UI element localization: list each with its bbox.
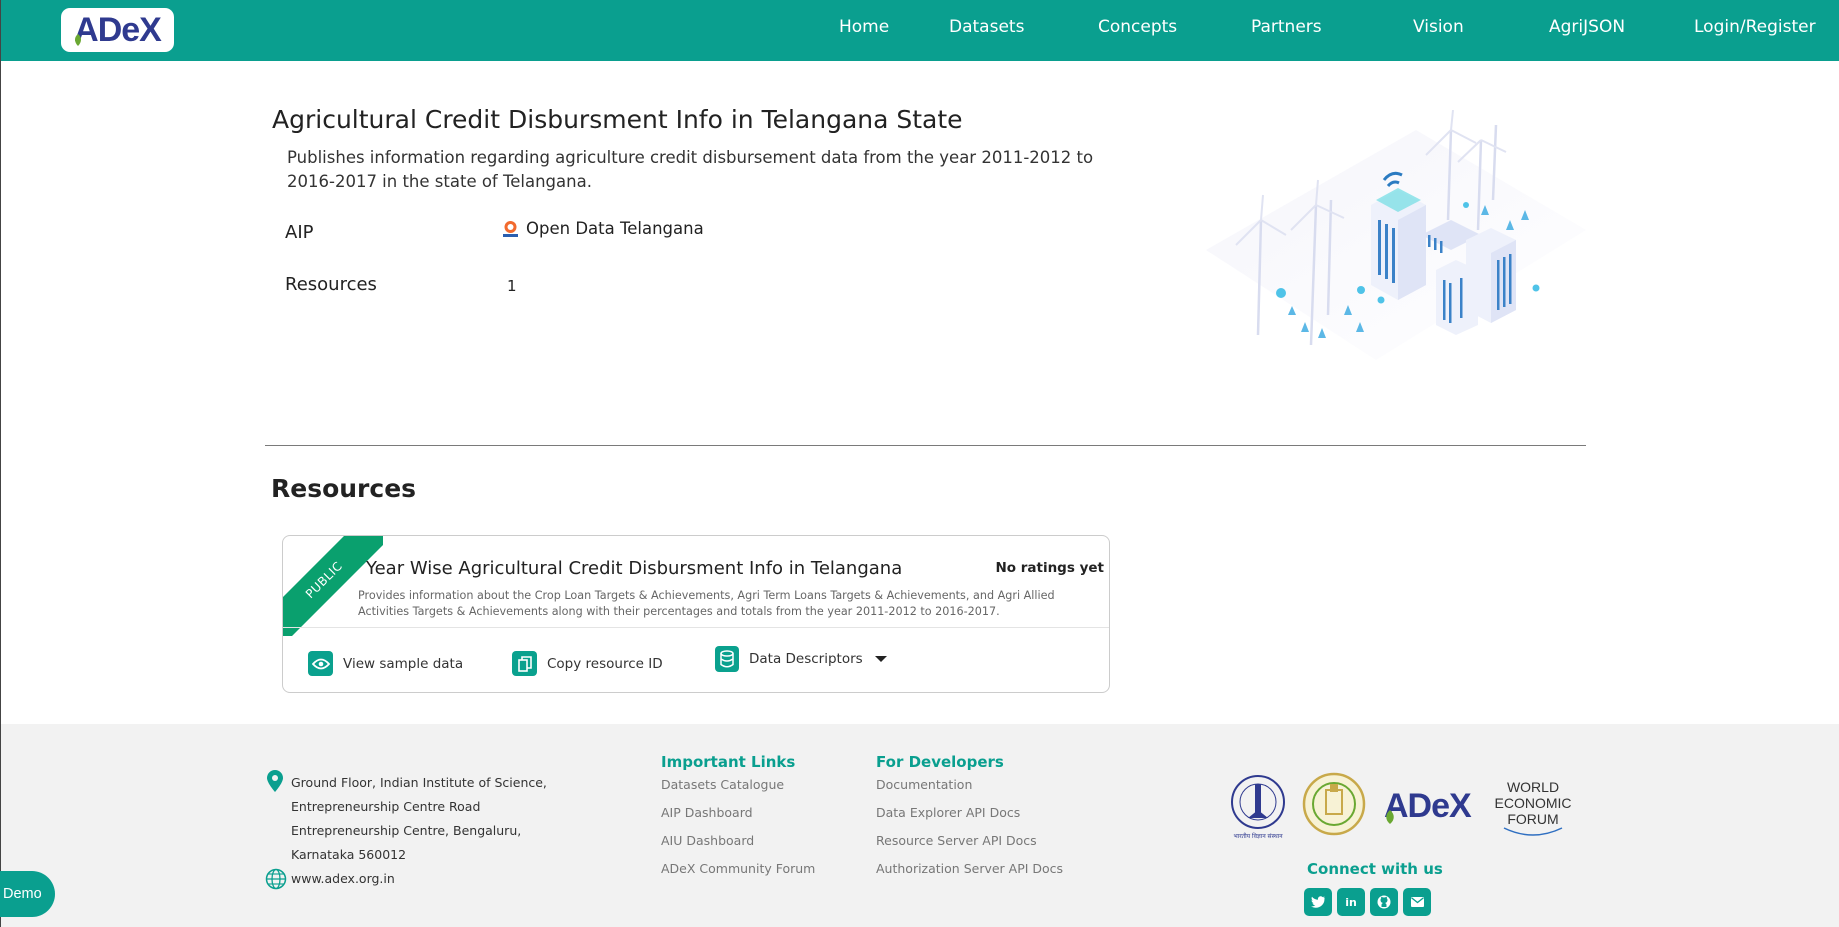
aip-value[interactable]: Open Data Telangana [501, 219, 704, 238]
globe-icon [265, 868, 287, 890]
dataset-title: Agricultural Credit Disbursment Info in … [272, 105, 963, 134]
link-documentation[interactable]: Documentation [876, 777, 972, 792]
public-ribbon-label: PUBLIC [283, 536, 383, 636]
website-link[interactable]: www.adex.org.in [291, 871, 395, 886]
linkedin-icon[interactable]: in [1337, 888, 1365, 916]
address-line: Entrepreneurship Centre Road [291, 799, 481, 814]
wef-line-2: ECONOMIC [1495, 795, 1572, 811]
dataset-description: Publishes information regarding agricult… [287, 148, 1094, 191]
nav-concepts[interactable]: Concepts [1098, 17, 1177, 37]
location-pin-icon [267, 770, 283, 792]
card-separator [283, 627, 1109, 628]
aip-label: AIP [285, 222, 314, 243]
nav-partners[interactable]: Partners [1251, 17, 1322, 37]
chevron-down-icon [874, 656, 887, 662]
logo-text: ADeX [74, 10, 162, 49]
address-line: Ground Floor, Indian Institute of Scienc… [291, 775, 547, 790]
aip-name: Open Data Telangana [526, 219, 704, 238]
resource-card[interactable]: PUBLIC Year Wise Agricultural Credit Dis… [282, 535, 1110, 693]
section-divider [265, 445, 1586, 446]
link-aiu-dashboard[interactable]: AIU Dashboard [661, 833, 754, 848]
address-line: Karnataka 560012 [291, 847, 407, 862]
copy-icon [512, 651, 537, 676]
view-sample-data-label: View sample data [343, 655, 464, 672]
ratings-label: No ratings yet [995, 560, 1104, 576]
open-data-telangana-logo [503, 221, 518, 237]
wef-line-1: WORLD [1507, 779, 1559, 795]
telangana-emblem [1302, 772, 1366, 836]
for-developers-title: For Developers [876, 753, 1004, 771]
resource-description: Provides information about the Crop Loan… [358, 589, 1055, 618]
mail-icon[interactable] [1403, 888, 1431, 916]
view-sample-data-button[interactable]: View sample data [308, 651, 463, 676]
iisc-logo [1231, 775, 1285, 829]
top-navbar: ADeX Home Datasets Concepts Partners Vis… [1, 0, 1839, 61]
link-datasets-catalogue[interactable]: Datasets Catalogue [661, 777, 784, 792]
demo-button[interactable]: Demo [0, 871, 55, 917]
nav-home[interactable]: Home [839, 17, 889, 37]
footer: Ground Floor, Indian Institute of Scienc… [1, 724, 1839, 927]
nav-login-register[interactable]: Login/Register [1694, 17, 1816, 37]
iisc-caption: भारतीय विज्ञान संस्थान [1233, 832, 1283, 840]
resources-label: Resources [285, 274, 377, 295]
resource-title[interactable]: Year Wise Agricultural Credit Disbursmen… [366, 558, 902, 579]
resources-count: 1 [507, 277, 517, 295]
link-community-forum[interactable]: ADeX Community Forum [661, 861, 815, 876]
eye-icon [308, 651, 333, 676]
nav-agrijson[interactable]: AgriJSON [1549, 17, 1625, 37]
leaf-icon [75, 34, 81, 46]
twitter-icon[interactable] [1304, 888, 1332, 916]
adex-footer-logo: ADeX [1384, 787, 1472, 825]
link-data-explorer-api[interactable]: Data Explorer API Docs [876, 805, 1020, 820]
link-authorization-server-api[interactable]: Authorization Server API Docs [876, 861, 1063, 876]
connect-title: Connect with us [1307, 860, 1443, 878]
copy-resource-id-label: Copy resource ID [547, 655, 663, 672]
resources-section-title: Resources [271, 474, 417, 503]
adex-logo[interactable]: ADeX [61, 8, 174, 52]
data-descriptors-dropdown[interactable]: Data Descriptors [715, 646, 887, 672]
partner-logos: भारतीय विज्ञान संस्थान ADeX WORLD ECONOM… [1231, 772, 1572, 840]
nav-vision[interactable]: Vision [1413, 17, 1464, 37]
database-icon [715, 646, 739, 672]
copy-resource-id-button[interactable]: Copy resource ID [512, 651, 663, 676]
address-line: Entrepreneurship Centre, Bengaluru, [291, 823, 522, 838]
address: Ground Floor, Indian Institute of Scienc… [291, 771, 547, 867]
link-aip-dashboard[interactable]: AIP Dashboard [661, 805, 753, 820]
important-links-title: Important Links [661, 753, 796, 771]
smart-city-illustration [1206, 110, 1586, 360]
public-ribbon: PUBLIC [283, 536, 383, 636]
link-resource-server-api[interactable]: Resource Server API Docs [876, 833, 1037, 848]
wef-line-3: FORUM [1507, 811, 1558, 827]
github-icon[interactable] [1370, 888, 1398, 916]
data-descriptors-label: Data Descriptors [749, 651, 863, 667]
nav-datasets[interactable]: Datasets [949, 17, 1024, 37]
